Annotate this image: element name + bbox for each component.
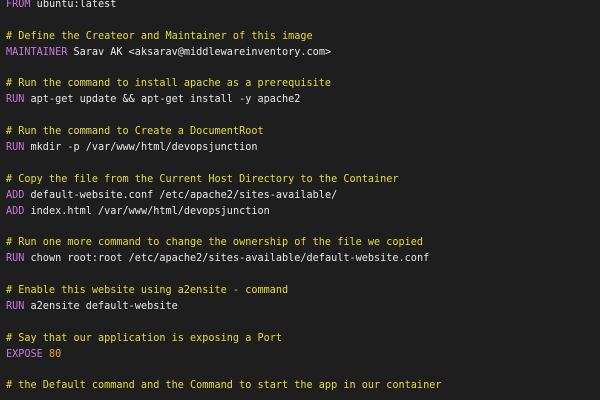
instruction-keyword: RUN — [6, 94, 25, 106]
instruction-keyword: RUN — [6, 142, 25, 154]
blank-line[interactable] — [6, 315, 600, 331]
instruction-args: chown root:root /etc/apache2/sites-avail… — [24, 253, 430, 265]
comment-text: # Run one more command to change the own… — [6, 237, 424, 249]
comment-text: # Enable this website using a2ensite - c… — [6, 285, 289, 297]
code-line[interactable]: # Enable this website using a2ensite - c… — [6, 283, 600, 299]
instruction-keyword: RUN — [6, 253, 25, 265]
port-number: 80 — [48, 348, 62, 360]
comment-text: # the Default command and the Command to… — [6, 380, 442, 392]
instruction-keyword: EXPOSE — [6, 348, 43, 360]
blank-line[interactable] — [6, 61, 600, 77]
instruction-args: apt-get update && apt-get install -y apa… — [24, 94, 301, 106]
comment-text: # Define the Createor and Maintainer of … — [6, 30, 313, 42]
code-line[interactable]: # Say that our application is exposing a… — [6, 331, 600, 347]
instruction-args: index.html /var/www/html/devopsjunction — [24, 205, 270, 217]
comment-text: # Say that our application is exposing a… — [6, 332, 283, 344]
code-line[interactable]: # Run one more command to change the own… — [6, 235, 600, 251]
instruction-args: Sarav AK <aksarav@middlewareinventory.co… — [67, 46, 332, 58]
instruction-keyword: MAINTAINER — [6, 46, 68, 58]
code-line[interactable]: # the Default command and the Command to… — [6, 378, 600, 394]
instruction-keyword: FROM — [6, 0, 31, 10]
instruction-args: mkdir -p /var/www/html/devopsjunction — [24, 142, 258, 154]
code-line[interactable]: RUN mkdir -p /var/www/html/devopsjunctio… — [6, 140, 600, 156]
code-line[interactable]: ADD default-website.conf /etc/apache2/si… — [6, 188, 600, 204]
code-line[interactable]: # Run the command to install apache as a… — [6, 76, 600, 92]
code-line[interactable]: # Define the Createor and Maintainer of … — [6, 29, 600, 45]
code-line[interactable]: MAINTAINER Sarav AK <aksarav@middlewarei… — [6, 45, 600, 61]
comment-text: # Run the command to install apache as a… — [6, 78, 332, 90]
blank-line[interactable] — [6, 156, 600, 172]
blank-line[interactable] — [6, 362, 600, 378]
code-line[interactable]: # Copy the file from the Current Host Di… — [6, 172, 600, 188]
comment-text: # Copy the file from the Current Host Di… — [6, 173, 399, 185]
code-line[interactable]: ADD index.html /var/www/html/devopsjunct… — [6, 204, 600, 220]
instruction-keyword: RUN — [6, 300, 25, 312]
code-editor[interactable]: FROM ubuntu:latest # Define the Createor… — [0, 0, 600, 400]
blank-line[interactable] — [6, 13, 600, 29]
comment-text: # Run the command to Create a DocumentRo… — [6, 126, 264, 138]
code-line[interactable]: EXPOSE 80 — [6, 347, 600, 363]
code-line[interactable]: RUN apt-get update && apt-get install -y… — [6, 92, 600, 108]
instruction-keyword: ADD — [6, 205, 25, 217]
code-line[interactable]: RUN a2ensite default-website — [6, 299, 600, 315]
instruction-args: default-website.conf /etc/apache2/sites-… — [24, 189, 338, 201]
blank-line[interactable] — [6, 219, 600, 235]
code-line[interactable]: # Run the command to Create a DocumentRo… — [6, 124, 600, 140]
instruction-keyword: ADD — [6, 189, 25, 201]
code-line[interactable]: FROM ubuntu:latest — [6, 0, 600, 13]
instruction-args: a2ensite default-website — [24, 300, 178, 312]
blank-line[interactable] — [6, 108, 600, 124]
blank-line[interactable] — [6, 267, 600, 283]
code-line[interactable]: RUN chown root:root /etc/apache2/sites-a… — [6, 251, 600, 267]
instruction-args: ubuntu:latest — [30, 0, 117, 10]
